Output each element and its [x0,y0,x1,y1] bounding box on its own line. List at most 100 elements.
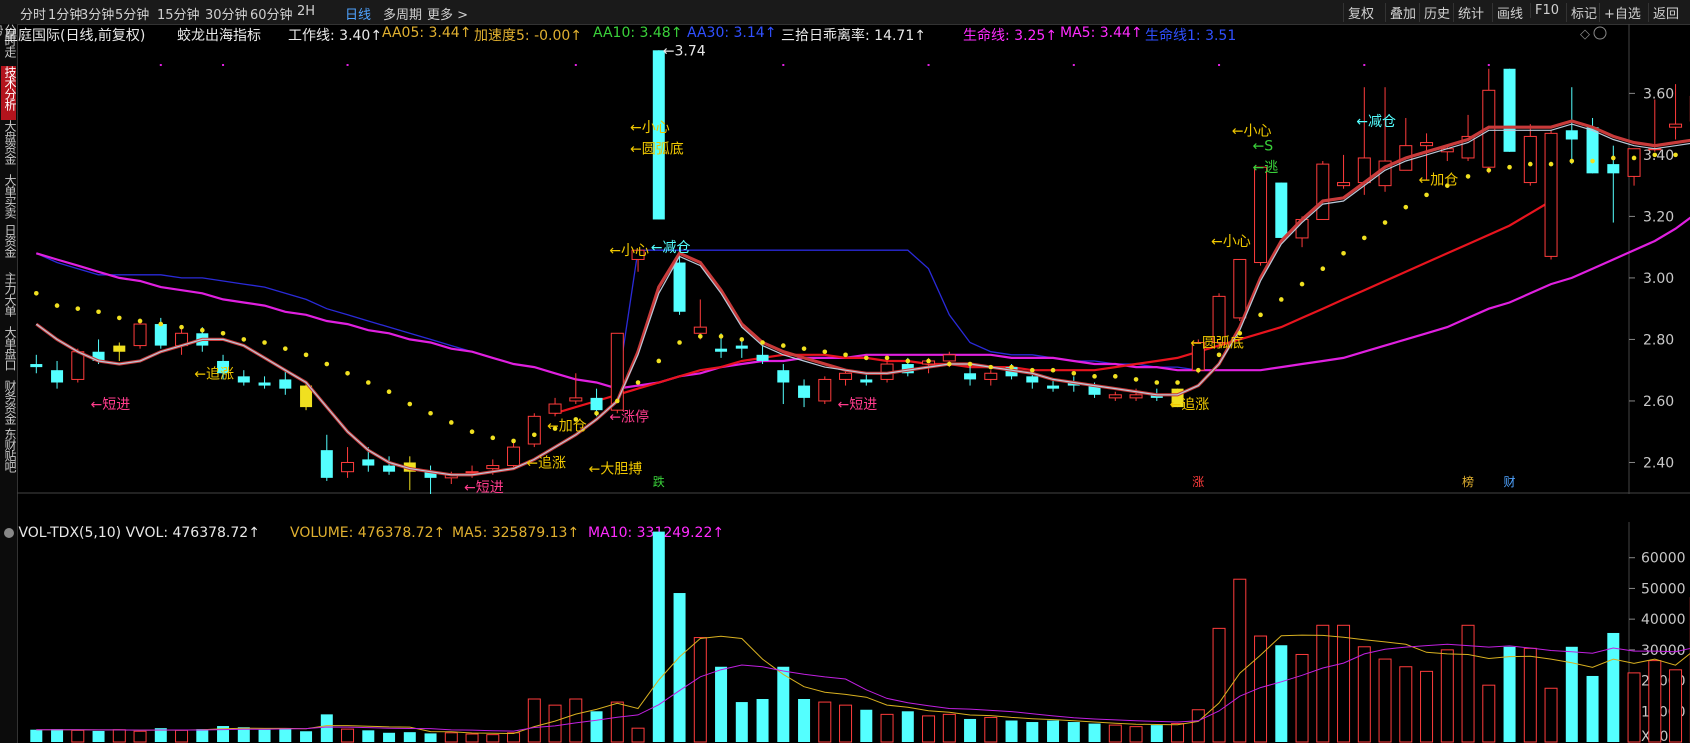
vol-bar-67 [1420,670,1434,743]
price-chart[interactable]: 3.60 3.40 3.20 3.00 2.80 2.60 2.40 ◇ ←3.74 ←2.29 ←… [17,24,1690,494]
candle-body-10 [237,376,250,383]
vol-bar-31 [673,593,686,742]
signal-dot-12 [283,346,288,351]
candle-body-32 [693,326,707,334]
side-tab-1[interactable]: 技术分析 [1,66,17,120]
side-tab-8[interactable]: 东财贴吧 [1,428,17,482]
toolbar-btn-8[interactable]: 返回 [1648,3,1683,22]
toolbar-btn-7[interactable]: +自选 [1599,3,1645,22]
vol-bar-62 [1316,624,1330,743]
event-marker-2: 榜 [1462,474,1474,489]
signal-dot-50 [1071,370,1077,376]
signal-dot-55 [1175,380,1180,385]
vol-bar-2 [71,729,85,743]
signal-dot-42 [905,358,911,364]
signal-label-0: ←短进 [91,397,131,413]
candle-body-0 [30,364,43,368]
vol-bar-79 [1669,669,1683,743]
candle-body-37 [798,385,811,398]
signal-dot-75 [1590,158,1595,164]
vol-bar-53 [1129,726,1143,743]
candle-body-59 [1254,166,1268,264]
vol-bar-48 [1026,722,1039,742]
period-tab-1[interactable]: 1分钟 [48,4,82,23]
vol-bar-20 [444,732,458,743]
signal-label-8: ←小心 [630,120,670,136]
collapse-icon[interactable] [4,528,14,538]
period-tab-0[interactable]: 分时 [20,4,46,23]
candle-body-27 [590,397,603,411]
candle-body-25 [548,403,562,414]
candle-body-62 [1316,163,1330,220]
signal-dot-38 [822,349,828,355]
signal-dot-2 [75,306,81,311]
toolbar-btn-6[interactable]: 标记 [1566,3,1601,22]
toolbar-btn-4[interactable]: 画线 [1492,3,1527,22]
side-tab-4[interactable]: 日资金 [1,224,17,272]
signal-dot-9 [220,330,226,336]
signal-dot-52 [1113,374,1118,379]
signal-label-11: ←短进 [838,397,878,413]
signal-dot-16 [366,380,371,385]
candle-body-12 [279,379,292,389]
signal-label-14: ←小心 [1211,234,1251,250]
signal-dot-20 [449,420,454,425]
candle-body-49 [1047,385,1060,389]
period-tab-3[interactable]: 5分钟 [115,4,149,23]
side-tab-7[interactable]: 财务资金 [1,380,17,428]
side-tab-5[interactable]: 主力大单 [1,272,17,326]
vol-bar-28 [610,701,624,743]
top-mark-7 [1218,64,1221,66]
signal-dot-27 [594,410,599,416]
candle-body-4 [113,345,126,352]
signal-dot-41 [884,355,890,361]
candle-body-73 [1544,132,1558,257]
toolbar-btn-3[interactable]: 统计 [1453,3,1488,22]
signal-dot-28 [615,398,620,404]
signal-dot-34 [739,337,745,342]
vol-bar-61 [1295,653,1309,743]
signal-dot-15 [345,370,350,376]
y-tick-label-2: 3.20 [1643,209,1674,225]
vol-bar-11 [258,729,271,742]
side-tab-6[interactable]: 大单盘口 [1,326,17,380]
period-tab-5[interactable]: 30分钟 [205,4,248,23]
vol-bar-66 [1399,666,1413,743]
signal-dot-32 [698,334,703,339]
period-tab-7[interactable]: 2H [297,4,315,19]
signal-dot-73 [1548,161,1554,167]
toolbar-btn-0[interactable]: 复权 [1343,3,1378,22]
period-tab-4[interactable]: 15分钟 [157,4,200,23]
vol-bar-52 [1108,724,1122,743]
vol-bar-75 [1586,675,1599,742]
period-tab-2[interactable]: 3分钟 [80,4,114,23]
candle-body-74 [1565,130,1578,140]
signal-dot-74 [1569,158,1575,164]
period-tab-8[interactable]: 日线 [345,4,371,23]
y-tick-label-4: 2.80 [1643,332,1674,348]
side-tab-3[interactable]: 大单买卖 [1,174,17,224]
candle-body-38 [818,378,832,402]
candle-body-36 [777,370,790,383]
vol-bar-50 [1067,722,1080,742]
side-tab-2[interactable]: 大盘资金 [1,120,17,174]
period-tab-6[interactable]: 60分钟 [250,4,293,23]
signal-label-3: ←追涨 [526,455,566,471]
signal-label-13: ←圆弧底 [1190,336,1244,352]
signal-dot-57 [1216,352,1222,358]
toolbar-btn-2[interactable]: 历史 [1419,3,1454,22]
signal-dot-44 [947,361,952,367]
toolbar-btn-5[interactable]: F10 [1530,3,1563,18]
vol-bar-33 [715,666,728,742]
signal-label-15: ←小心 [1232,123,1272,139]
signal-dot-76 [1611,155,1616,161]
vol-bar-26 [569,698,583,743]
max-price-label: ←3.74 [663,43,706,59]
vol-bar-34 [735,702,748,742]
period-tab-9[interactable]: 多周期 [383,4,422,23]
volume-chart[interactable]: 600005000040000300002000010000X10 [17,522,1690,743]
toolbar-btn-1[interactable]: 叠加 [1385,3,1420,22]
period-tab-10[interactable]: 更多 > [427,4,468,23]
signal-dot-17 [386,389,392,395]
signal-dot-69 [1465,174,1471,179]
